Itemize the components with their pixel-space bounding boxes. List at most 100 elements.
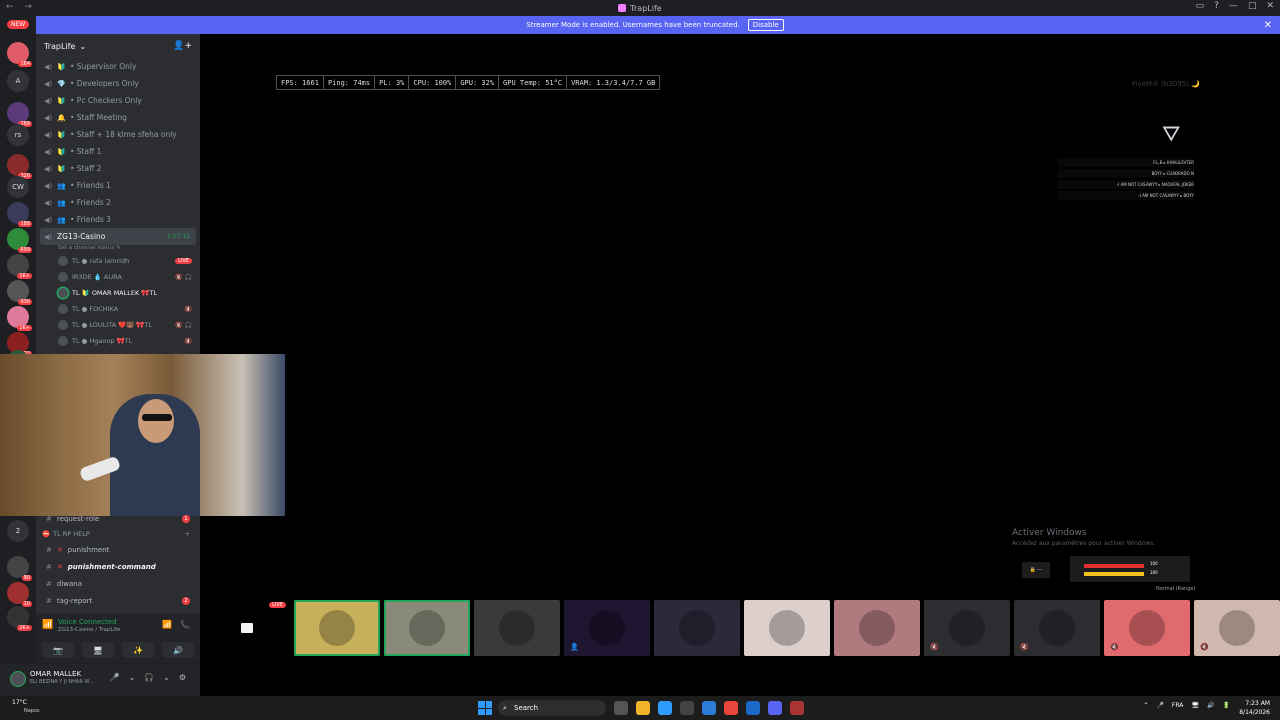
participant-tile[interactable] <box>744 600 830 656</box>
weather-temp[interactable]: 17°C <box>12 699 27 706</box>
server-header[interactable]: TrapLife ⌄ 👤+ <box>36 34 200 58</box>
taskbar-app-icon[interactable] <box>702 701 716 715</box>
server-icon[interactable]: 936 <box>7 280 32 305</box>
voice-channel[interactable]: ◀) 👥 • Friends 1 <box>36 177 200 194</box>
voice-user[interactable]: TL 🔰 OMAR MALLEK 🎀TL <box>36 285 200 301</box>
participant-tile[interactable]: 🔇 <box>1104 600 1190 656</box>
taskbar-app-icon[interactable] <box>724 701 738 715</box>
voice-user-list: TL ● rafa lamridh LIVE IR3DE 💧 AURA 🔇 🎧 TL 🔰… <box>36 253 200 349</box>
voice-user[interactable]: TL ● rafa lamridh LIVE <box>36 253 200 269</box>
participant-tile[interactable]: 🔇 <box>924 600 1010 656</box>
taskbar-app-icon[interactable] <box>790 701 804 715</box>
voice-channel[interactable]: ◀) 🔰 • Pc Checkers Only <box>36 92 200 109</box>
server-icon[interactable]: 2K+ <box>7 606 32 631</box>
activity-button[interactable]: ✨ <box>122 642 154 658</box>
server-icon[interactable]: A <box>7 70 29 92</box>
text-channel[interactable]: # request-role 1 <box>36 510 200 527</box>
taskbar-app-icon[interactable] <box>768 701 782 715</box>
chevron-down-icon[interactable]: ⌄ <box>128 673 135 682</box>
participant-tile[interactable]: 🔇 <box>1014 600 1100 656</box>
channel-status[interactable]: Set a channel status ✎ <box>36 245 200 253</box>
gear-icon[interactable]: ⚙ <box>179 673 186 682</box>
voice-connected-title[interactable]: Voice Connected <box>58 618 117 626</box>
voice-channel[interactable]: ◀) 🔰 • Staff 1 <box>36 143 200 160</box>
search-input[interactable]: ⌕ Search <box>498 700 606 716</box>
participant-tile[interactable] <box>294 600 380 656</box>
voice-channel[interactable]: ◀) 👥 • Friends 3 <box>36 211 200 228</box>
camera-button[interactable]: 📷 <box>42 642 74 658</box>
server-icon[interactable]: 188 <box>7 202 32 227</box>
tray-icon[interactable]: FRA <box>1172 702 1183 709</box>
voice-user[interactable]: TL ● Hgaoop 🎀TL 🔇 <box>36 333 200 349</box>
participant-tile[interactable]: 👤 <box>564 600 650 656</box>
window-control-1[interactable]: ? <box>1214 1 1219 11</box>
banner-close-icon[interactable]: ✕ <box>1264 20 1272 31</box>
server-icon[interactable]: 1K+ <box>7 306 32 331</box>
start-button[interactable] <box>478 701 492 715</box>
server-icon[interactable]: 1K+ <box>7 254 32 279</box>
participant-tile[interactable] <box>384 600 470 656</box>
disconnect-icon[interactable]: 📞 <box>180 620 190 629</box>
taskbar-app-icon[interactable] <box>636 701 650 715</box>
mic-icon[interactable]: 🎤 <box>109 673 119 682</box>
active-voice-channel[interactable]: ◀) ZG13-Casino 1:07:12 <box>40 228 196 245</box>
kill-feed: F.L.B ▸ KHALILSVTER BOYY ▸ CUADRADO N -I A… <box>1058 158 1194 202</box>
window-control-4[interactable]: ✕ <box>1266 1 1274 11</box>
window-control-3[interactable]: □ <box>1248 1 1257 11</box>
tray-icon[interactable]: 🔋 <box>1223 702 1230 709</box>
voice-channel[interactable]: ◀) 🔰 • Staff 2 <box>36 160 200 177</box>
voice-connected-subtitle[interactable]: ZG13-Casino / TrapLife <box>58 627 120 633</box>
window-control-2[interactable]: — <box>1229 1 1238 11</box>
new-pill[interactable]: NEW <box>7 20 30 29</box>
voice-channel[interactable]: ◀) 🔔 • Staff Meeting <box>36 109 200 126</box>
taskbar-app-icon[interactable] <box>680 701 694 715</box>
soundboard-button[interactable]: 🔊 <box>162 642 194 658</box>
voice-user[interactable]: IR3DE 💧 AURA 🔇 🎧 <box>36 269 200 285</box>
voice-user[interactable]: TL ● LOULITA ❤️🐻 🎀TL 🔇 🎧 <box>36 317 200 333</box>
text-channel[interactable]: # tag-report 2 <box>36 592 200 609</box>
chevron-down-icon[interactable]: ⌄ <box>163 673 170 682</box>
server-icon[interactable]: 164 <box>7 42 32 67</box>
voice-channel[interactable]: ◀) 🔰 • Staff + 18 klme sfeha only <box>36 126 200 143</box>
participant-tile[interactable] <box>834 600 920 656</box>
clock[interactable]: 7:23 AM 8/14/2026 <box>1239 699 1270 717</box>
screen-share-button[interactable]: 🖥 <box>82 642 114 658</box>
server-icon[interactable]: rs <box>7 124 29 146</box>
avatar[interactable] <box>10 671 26 687</box>
text-channel[interactable]: # ✕ punishment <box>36 541 200 558</box>
server-icon[interactable]: 699 <box>7 228 32 253</box>
text-channel[interactable]: # diwana <box>36 575 200 592</box>
add-channel-icon[interactable]: + <box>185 530 190 538</box>
server-icon[interactable]: 2 <box>7 520 29 542</box>
server-icon[interactable]: 10 <box>7 582 32 607</box>
invite-icon[interactable]: 👤+ <box>173 41 192 51</box>
nav-arrows[interactable]: ← → <box>6 2 36 12</box>
server-icon[interactable]: CW <box>7 176 29 198</box>
voice-channel[interactable]: ◀) 🔰 • Supervisor Only <box>36 58 200 75</box>
window-control-0[interactable]: ▭ <box>1196 1 1205 11</box>
voice-user[interactable]: TL ● FOCHIKA 🔇 <box>36 301 200 317</box>
stream-tile[interactable]: LIVE <box>204 600 290 656</box>
headphones-icon[interactable]: 🎧 <box>144 673 154 682</box>
server-icon[interactable]: 90 <box>7 556 32 581</box>
fivem-version: FiveM® (b3095) 🌙 <box>1132 80 1200 88</box>
participant-tile[interactable] <box>654 600 740 656</box>
tray-icon[interactable]: 🖥 <box>1191 702 1199 709</box>
server-icon[interactable]: 268 <box>7 102 32 127</box>
taskbar-app-icon[interactable] <box>614 701 628 715</box>
taskbar-app-icon[interactable] <box>658 701 672 715</box>
taskbar-app-icon[interactable] <box>746 701 760 715</box>
server-icon[interactable]: 326 <box>7 154 32 179</box>
hash-icon: # <box>46 596 52 605</box>
tray-icon[interactable]: ⌃ <box>1143 702 1148 709</box>
participant-tile[interactable]: 🔇 <box>1194 600 1280 656</box>
voice-channel[interactable]: ◀) 💎 • Developers Only <box>36 75 200 92</box>
tray-icon[interactable]: 🔊 <box>1207 702 1214 709</box>
voice-channel[interactable]: ◀) 👥 • Friends 2 <box>36 194 200 211</box>
tray-icon[interactable]: 🎤 <box>1156 702 1163 709</box>
text-channel[interactable]: # ✕ punishment-command <box>36 558 200 575</box>
noise-icon[interactable]: 📶 <box>162 620 172 629</box>
category-tl-rp-help[interactable]: ⛔ TL RP HELP + <box>36 527 200 541</box>
disable-button[interactable]: Disable <box>747 19 784 31</box>
participant-tile[interactable] <box>474 600 560 656</box>
